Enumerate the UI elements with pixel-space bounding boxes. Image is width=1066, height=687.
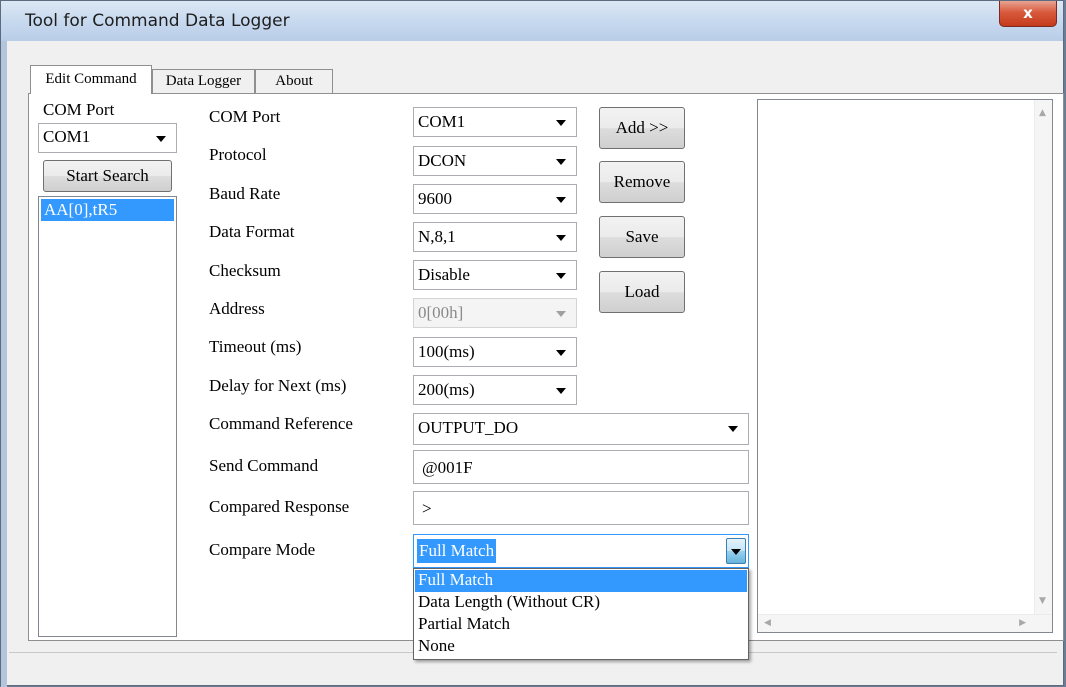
chevron-down-icon xyxy=(556,197,566,203)
left-com-port-label: COM Port xyxy=(43,100,115,119)
close-icon: x xyxy=(1023,4,1033,22)
scroll-down-icon[interactable]: ▼ xyxy=(1039,596,1046,606)
baud-rate-select[interactable]: 9600 xyxy=(413,184,577,214)
list-item[interactable]: AA[0],tR5 xyxy=(41,199,174,221)
chevron-down-icon xyxy=(556,120,566,126)
send-command-input[interactable]: @001F xyxy=(413,450,749,484)
scroll-left-icon[interactable]: ◀ xyxy=(764,618,771,628)
add-button[interactable]: Add >> xyxy=(599,107,685,149)
protocol-label: Protocol xyxy=(209,145,267,164)
baud-rate-label: Baud Rate xyxy=(209,184,281,203)
tab-data-logger[interactable]: Data Logger xyxy=(152,69,255,93)
delay-select[interactable]: 200(ms) xyxy=(413,375,577,405)
title-bar: Tool for Command Data Logger x xyxy=(1,1,1063,41)
load-button[interactable]: Load xyxy=(599,271,685,313)
device-list[interactable]: AA[0],tR5 xyxy=(38,196,177,637)
address-label: Address xyxy=(209,299,265,318)
com-port-select[interactable]: COM1 xyxy=(413,107,577,137)
remove-button[interactable]: Remove xyxy=(599,161,685,203)
app-window: Tool for Command Data Logger x Edit Comm… xyxy=(0,0,1064,687)
compare-mode-label: Compare Mode xyxy=(209,540,316,559)
chevron-down-icon xyxy=(556,388,566,394)
close-button[interactable]: x xyxy=(999,1,1057,27)
data-format-label: Data Format xyxy=(209,222,295,241)
chevron-down-icon xyxy=(731,549,741,555)
left-com-port-select[interactable]: COM1 xyxy=(38,123,177,153)
vertical-scrollbar[interactable]: ▲ ▼ xyxy=(1034,100,1052,632)
compare-mode-dropdown-button[interactable] xyxy=(726,538,746,564)
chevron-down-icon xyxy=(156,136,166,142)
compared-response-input[interactable]: > xyxy=(413,491,749,525)
compared-response-label: Compared Response xyxy=(209,497,350,516)
tab-edit-command[interactable]: Edit Command xyxy=(30,65,152,94)
command-reference-label: Command Reference xyxy=(209,414,353,433)
tab-about[interactable]: About xyxy=(255,69,333,93)
window-title: Tool for Command Data Logger xyxy=(25,11,290,31)
delay-label: Delay for Next (ms) xyxy=(209,376,347,395)
start-search-button[interactable]: Start Search xyxy=(43,160,172,192)
chevron-down-icon xyxy=(556,273,566,279)
checksum-label: Checksum xyxy=(209,261,281,280)
chevron-down-icon xyxy=(556,311,566,317)
window-left-border xyxy=(1,41,7,687)
compare-mode-select[interactable]: Full Match xyxy=(413,534,749,568)
address-select: 0[00h] xyxy=(413,298,577,328)
option-none[interactable]: None xyxy=(415,636,747,658)
checksum-select[interactable]: Disable xyxy=(413,260,577,290)
horizontal-scrollbar[interactable]: ◀ ▶ xyxy=(758,614,1052,632)
timeout-select[interactable]: 100(ms) xyxy=(413,337,577,367)
timeout-label: Timeout (ms) xyxy=(209,337,302,356)
option-data-length[interactable]: Data Length (Without CR) xyxy=(415,592,747,614)
option-partial-match[interactable]: Partial Match xyxy=(415,614,747,636)
option-full-match[interactable]: Full Match xyxy=(415,570,747,592)
protocol-select[interactable]: DCON xyxy=(413,146,577,176)
command-list[interactable]: ▲ ▼ ◀ ▶ xyxy=(757,99,1053,633)
compare-mode-options: Full Match Data Length (Without CR) Part… xyxy=(413,568,749,660)
scroll-up-icon[interactable]: ▲ xyxy=(1039,108,1046,118)
chevron-down-icon xyxy=(556,159,566,165)
command-reference-select[interactable]: OUTPUT_DO xyxy=(413,413,749,445)
save-button[interactable]: Save xyxy=(599,216,685,258)
chevron-down-icon xyxy=(556,350,566,356)
data-format-select[interactable]: N,8,1 xyxy=(413,222,577,252)
chevron-down-icon xyxy=(556,235,566,241)
chevron-down-icon xyxy=(728,426,738,432)
com-port-label: COM Port xyxy=(209,107,281,126)
scroll-right-icon[interactable]: ▶ xyxy=(1019,618,1026,628)
send-command-label: Send Command xyxy=(209,456,319,475)
